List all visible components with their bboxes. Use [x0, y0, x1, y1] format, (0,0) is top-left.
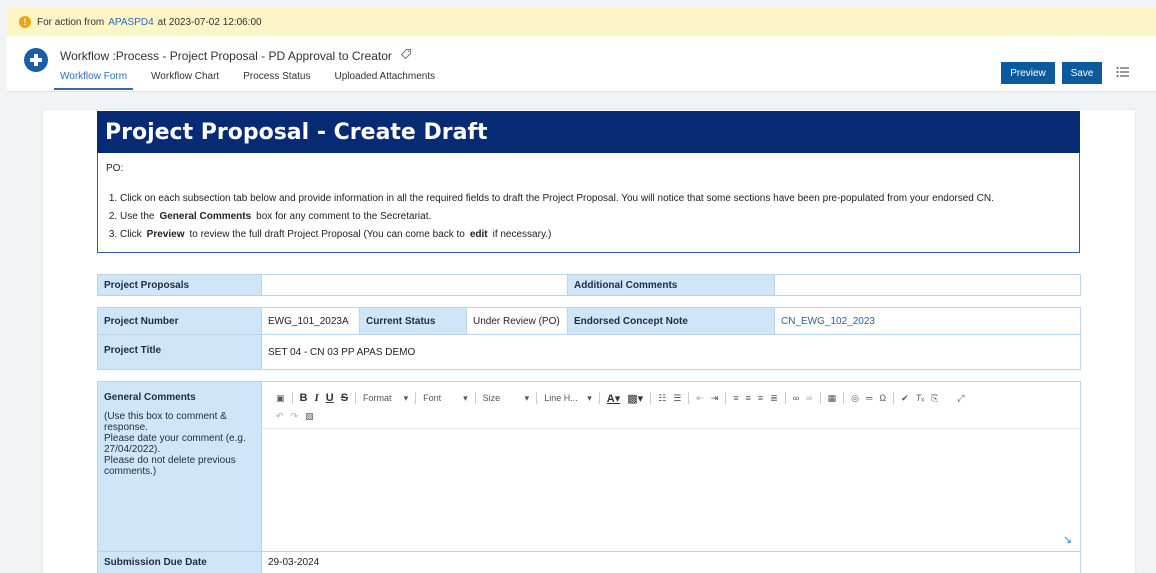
notification-prefix: For action from	[37, 16, 105, 28]
image-icon[interactable]: ▨	[305, 411, 314, 422]
project-proposals-value[interactable]	[261, 274, 568, 296]
endorsed-concept-note-link[interactable]: CN_EWG_102_2023	[774, 307, 1081, 335]
notification-user-link[interactable]: APASPD4	[108, 17, 153, 28]
align-left-icon[interactable]: ≡	[733, 393, 738, 403]
notification-suffix: at 2023-07-02 12:06:00	[157, 16, 262, 28]
endorsed-concept-note-label: Endorsed Concept Note	[567, 307, 775, 335]
general-comments-table: General Comments (Use this box to commen…	[97, 381, 1081, 573]
underline-icon[interactable]: U	[326, 392, 334, 404]
numbered-list-icon[interactable]: ☷	[658, 393, 666, 404]
instruction-1: Click on each subsection tab below and p…	[120, 190, 1071, 208]
background-color-icon[interactable]: ▩▾	[627, 392, 643, 405]
submission-due-date-label: Submission Due Date	[97, 551, 262, 573]
undo-icon[interactable]: ↶	[276, 411, 284, 422]
bold-icon[interactable]: B	[300, 392, 308, 404]
align-center-icon[interactable]: ≡	[746, 393, 751, 403]
italic-icon[interactable]: I	[314, 392, 318, 404]
size-select[interactable]: Size ▾	[483, 393, 530, 404]
editor-toolbar: ▣ B I U S Format ▾ Font ▾ Size ▾ Line H.…	[262, 382, 1080, 428]
paste-icon[interactable]: ⎘	[931, 393, 938, 404]
project-title-label: Project Title	[97, 334, 262, 370]
instruction-3: ClickPreviewto review the full draft Pro…	[120, 226, 1071, 244]
iframe-icon[interactable]: ◎	[851, 393, 859, 404]
special-character-icon[interactable]: Ω	[879, 393, 886, 403]
indent-icon[interactable]: ⇥	[711, 393, 719, 404]
tab-workflow-chart[interactable]: Workflow Chart	[145, 70, 225, 90]
workflow-tabs: Workflow Form Workflow Chart Process Sta…	[54, 70, 453, 90]
table-icon[interactable]: ▦	[828, 393, 837, 404]
justify-icon[interactable]: ≣	[770, 393, 778, 404]
additional-comments-value[interactable]	[774, 274, 1081, 296]
line-height-select[interactable]: Line H... ▾	[544, 393, 592, 404]
po-label: PO:	[106, 163, 124, 174]
notification-bar: ! For action from APASPD4 at 2023-07-02 …	[7, 8, 1156, 36]
workflow-header: Workflow :Process - Project Proposal - P…	[7, 36, 1156, 92]
general-comments-hint: (Use this box to comment & response. Ple…	[104, 411, 246, 477]
bulleted-list-icon[interactable]: ☰	[673, 393, 681, 404]
list-menu-icon[interactable]	[1115, 64, 1131, 80]
preview-button[interactable]: Preview	[1001, 62, 1055, 84]
proposals-table: Project Proposals Additional Comments	[97, 274, 1081, 296]
current-status-value: Under Review (PO)	[466, 307, 568, 335]
source-icon[interactable]: ▣	[276, 393, 285, 404]
spellcheck-icon[interactable]: ✔	[901, 393, 909, 404]
instructions-list: Click on each subsection tab below and p…	[106, 190, 1071, 244]
warning-icon: !	[19, 16, 31, 28]
instructions-box: PO: Click on each subsection tab below a…	[97, 153, 1080, 253]
additional-comments-label: Additional Comments	[567, 274, 775, 296]
instruction-2: Use theGeneral Commentsbox for any comme…	[120, 208, 1071, 226]
general-comments-label: General Comments	[104, 392, 196, 403]
font-select[interactable]: Font ▾	[423, 393, 468, 404]
submission-due-date-value: 29-03-2024	[261, 551, 1081, 573]
rich-text-editor: ▣ B I U S Format ▾ Font ▾ Size ▾ Line H.…	[261, 381, 1081, 552]
current-status-label: Current Status	[359, 307, 467, 335]
project-number-label: Project Number	[97, 307, 262, 335]
general-comments-label-cell: General Comments (Use this box to commen…	[97, 381, 262, 552]
form-heading: Project Proposal - Create Draft	[97, 111, 1080, 153]
outdent-icon[interactable]: ⇤	[696, 393, 704, 404]
text-color-icon[interactable]: A▾	[607, 392, 620, 405]
project-title-value: SET 04 - CN 03 PP APAS DEMO	[261, 334, 1081, 370]
project-number-value: EWG_101_2023A	[261, 307, 360, 335]
project-info-table: Project Number EWG_101_2023A Current Sta…	[97, 307, 1081, 370]
maximize-icon[interactable]: ⤢	[957, 393, 964, 404]
save-button[interactable]: Save	[1062, 62, 1102, 84]
project-proposals-label: Project Proposals	[97, 274, 262, 296]
remove-format-icon[interactable]: Tₓ	[916, 393, 924, 403]
workflow-title: Workflow :Process - Project Proposal - P…	[60, 48, 412, 63]
tag-icon[interactable]	[400, 48, 412, 63]
strikethrough-icon[interactable]: S	[341, 392, 348, 404]
format-select[interactable]: Format ▾	[363, 393, 408, 404]
workflow-title-text: Workflow :Process - Project Proposal - P…	[60, 48, 392, 63]
redo-icon[interactable]: ↷	[291, 411, 299, 422]
tab-uploaded-attachments[interactable]: Uploaded Attachments	[328, 70, 441, 90]
align-right-icon[interactable]: ≡	[758, 393, 763, 403]
tab-process-status[interactable]: Process Status	[237, 70, 316, 90]
unlink-icon[interactable]: ∞	[806, 393, 812, 403]
horizontal-line-icon[interactable]: ═	[866, 393, 872, 403]
link-icon[interactable]: ∞	[793, 393, 799, 403]
general-comments-editor[interactable]: ↘	[262, 428, 1080, 550]
app-logo-icon	[24, 48, 48, 72]
tab-workflow-form[interactable]: Workflow Form	[54, 70, 134, 90]
resize-handle-icon[interactable]: ↘	[1063, 533, 1072, 546]
